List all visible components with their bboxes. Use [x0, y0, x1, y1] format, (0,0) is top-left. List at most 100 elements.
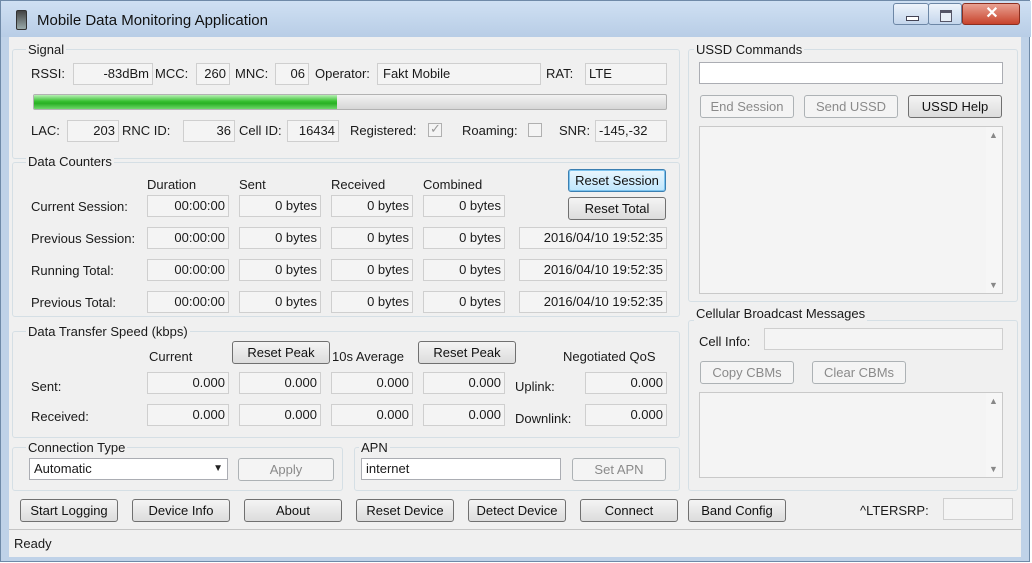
uplink-label: Uplink: — [515, 379, 555, 394]
maximize-icon — [940, 10, 952, 22]
cbm-messages-box[interactable]: ▲ ▼ — [699, 392, 1003, 478]
speed-received-label: Received: — [31, 409, 89, 424]
speed-sent-value: 0.000 — [147, 372, 229, 394]
send-ussd-button[interactable]: Send USSD — [804, 95, 898, 118]
counters-combined: 0 bytes — [423, 259, 505, 281]
rnc-id-label: RNC ID: — [122, 123, 171, 138]
window-title: Mobile Data Monitoring Application — [37, 12, 268, 29]
counters-combined: 0 bytes — [423, 195, 505, 217]
counters-received: 0 bytes — [331, 227, 413, 249]
maximize-button[interactable] — [928, 3, 962, 25]
registered-checkbox[interactable]: ✓ — [428, 121, 442, 137]
counters-row-label: Running Total: — [31, 263, 114, 278]
detect-device-button[interactable]: Detect Device — [468, 499, 566, 522]
rssi-field: -83dBm — [73, 63, 153, 85]
cell-id-label: Cell ID: — [239, 123, 282, 138]
counters-header-combined: Combined — [423, 177, 483, 192]
counters-duration: 00:00:00 — [147, 195, 229, 217]
client-area: Signal RSSI: -83dBm MCC: 260 MNC: 06 Ope… — [9, 37, 1021, 529]
counters-sent: 0 bytes — [239, 227, 321, 249]
data-counters-title: Data Counters — [26, 154, 114, 169]
speed-average-label: 10s Average — [332, 349, 405, 364]
counters-duration: 00:00:00 — [147, 259, 229, 281]
device-info-button[interactable]: Device Info — [132, 499, 230, 522]
counters-received: 0 bytes — [331, 195, 413, 217]
ussd-title: USSD Commands — [694, 42, 805, 57]
roaming-label: Roaming: — [462, 123, 518, 138]
phone-icon — [16, 10, 27, 30]
connection-type-title: Connection Type — [26, 440, 128, 455]
speed-sent-label: Sent: — [31, 379, 62, 394]
end-session-button[interactable]: End Session — [700, 95, 794, 118]
cell-info-field — [764, 328, 1003, 350]
checkmark-icon: ✓ — [430, 121, 441, 136]
status-text: Ready — [14, 536, 52, 551]
apn-input[interactable]: internet — [361, 458, 561, 480]
scroll-up-icon[interactable]: ▲ — [989, 396, 998, 406]
counters-header-sent: Sent — [239, 177, 266, 192]
counters-sent: 0 bytes — [239, 259, 321, 281]
speed-sent-value: 0.000 — [423, 372, 505, 394]
counters-received: 0 bytes — [331, 291, 413, 313]
speed-sent-value: 0.000 — [239, 372, 321, 394]
ussd-help-button[interactable]: USSD Help — [908, 95, 1002, 118]
title-bar[interactable]: Mobile Data Monitoring Application ✕ — [1, 1, 1031, 37]
cell-info-label: Cell Info: — [699, 334, 751, 349]
reset-device-button[interactable]: Reset Device — [356, 499, 454, 522]
roaming-checkbox[interactable] — [528, 123, 542, 137]
scroll-down-icon[interactable]: ▼ — [989, 464, 998, 474]
close-button[interactable]: ✕ — [962, 3, 1020, 25]
connection-type-select[interactable]: Automatic ▼ — [29, 458, 228, 480]
cbm-title: Cellular Broadcast Messages — [694, 306, 868, 321]
lte-rsrp-field — [943, 498, 1013, 520]
counters-timestamp: 2016/04/10 19:52:35 — [519, 291, 667, 313]
start-logging-button[interactable]: Start Logging — [20, 499, 118, 522]
ussd-command-input[interactable] — [699, 62, 1003, 84]
lte-rsrp-label: ^LTERSRP: — [860, 503, 929, 518]
mnc-label: MNC: — [235, 66, 269, 81]
app-window: Mobile Data Monitoring Application ✕ Sig… — [0, 0, 1031, 562]
snr-label: SNR: — [559, 123, 591, 138]
counters-row-label: Previous Session: — [31, 231, 136, 246]
mnc-field: 06 — [275, 63, 309, 85]
counters-row-label: Previous Total: — [31, 295, 117, 310]
minimize-button[interactable] — [893, 3, 929, 25]
mcc-label: MCC: — [155, 66, 189, 81]
chevron-down-icon: ▼ — [213, 463, 223, 474]
band-config-button[interactable]: Band Config — [688, 499, 786, 522]
scroll-down-icon[interactable]: ▼ — [989, 280, 998, 290]
rnc-id-field: 36 — [183, 120, 235, 142]
status-bar: Ready — [9, 529, 1021, 557]
counters-row-label: Current Session: — [31, 199, 128, 214]
speed-received-value: 0.000 — [331, 404, 413, 426]
uplink-value: 0.000 — [585, 372, 667, 394]
set-apn-button[interactable]: Set APN — [572, 458, 666, 481]
mcc-field: 260 — [196, 63, 230, 85]
copy-cbms-button[interactable]: Copy CBMs — [700, 361, 794, 384]
about-button[interactable]: About — [244, 499, 342, 522]
reset-session-button[interactable]: Reset Session — [568, 169, 666, 192]
ussd-scrollbar[interactable]: ▲ ▼ — [986, 127, 1002, 293]
downlink-value: 0.000 — [585, 404, 667, 426]
cbm-scrollbar[interactable]: ▲ ▼ — [986, 393, 1002, 477]
rat-label: RAT: — [546, 66, 574, 81]
counters-duration: 00:00:00 — [147, 227, 229, 249]
apn-title: APN — [359, 440, 390, 455]
ussd-response-box[interactable]: ▲ ▼ — [699, 126, 1003, 294]
connect-button[interactable]: Connect — [580, 499, 678, 522]
counters-combined: 0 bytes — [423, 291, 505, 313]
counters-timestamp: 2016/04/10 19:52:35 — [519, 227, 667, 249]
minimize-icon — [906, 16, 919, 21]
operator-field: Fakt Mobile — [377, 63, 541, 85]
cell-id-field: 16434 — [287, 120, 339, 142]
counters-header-received: Received — [331, 177, 386, 192]
reset-total-button[interactable]: Reset Total — [568, 197, 666, 220]
scroll-up-icon[interactable]: ▲ — [989, 130, 998, 140]
speed-sent-value: 0.000 — [331, 372, 413, 394]
clear-cbms-button[interactable]: Clear CBMs — [812, 361, 906, 384]
reset-peak-current-button[interactable]: Reset Peak — [232, 341, 330, 364]
apply-button[interactable]: Apply — [238, 458, 334, 481]
rssi-label: RSSI: — [31, 66, 65, 81]
signal-strength-bar — [33, 94, 667, 110]
reset-peak-average-button[interactable]: Reset Peak — [418, 341, 516, 364]
